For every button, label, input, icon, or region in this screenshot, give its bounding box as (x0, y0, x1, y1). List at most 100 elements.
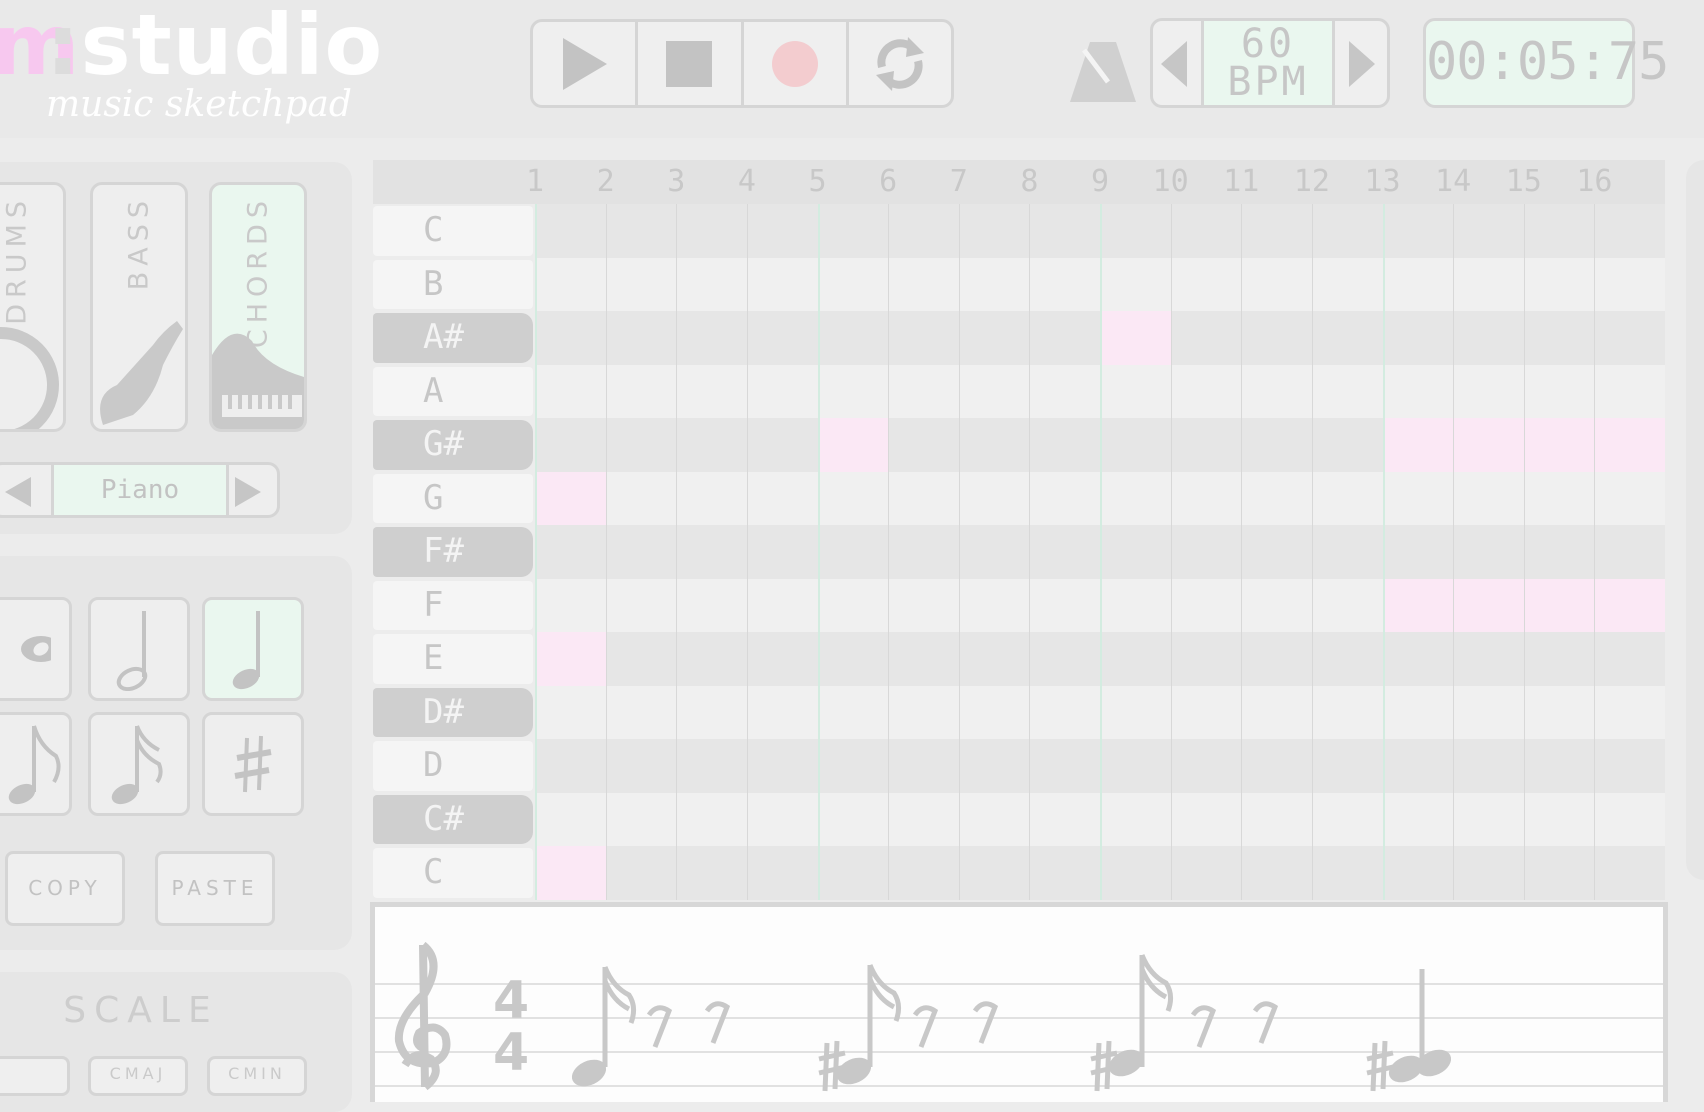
key-label[interactable]: B (373, 259, 533, 310)
voice-selector: Piano (0, 462, 280, 518)
sixteenth-note-icon (111, 725, 163, 805)
loop-button[interactable] (849, 22, 951, 105)
tempo-decrease-button[interactable] (1159, 39, 1195, 89)
top-bar: m :studio music sketchpad 60 BPM 00:05:7… (0, 0, 1704, 138)
logo-wordmark: :studio (46, 0, 383, 94)
eighth-note-button[interactable] (0, 712, 72, 816)
arrow-left-icon (1161, 41, 1187, 87)
step-number: 16 (1576, 164, 1613, 199)
instrument-drums-label: DRUMS (1, 195, 33, 325)
paste-button[interactable]: PASTE (155, 851, 275, 926)
time-display: 00:05:75 (1423, 18, 1669, 108)
step-number: 4 (737, 164, 756, 199)
instrument-bass[interactable]: BASS (90, 182, 188, 432)
voice-next-button[interactable] (233, 475, 273, 509)
grid-column-line (1029, 204, 1031, 900)
half-note-icon (116, 611, 148, 691)
grid-note[interactable] (1100, 311, 1171, 365)
voice-name: Piano (51, 465, 229, 515)
quarter-note-button[interactable] (202, 597, 304, 701)
grid-column-line (817, 204, 820, 900)
logo-colon: : (46, 0, 81, 94)
piano-roll-grid: C B A# A G# G F# F E D# D C# C 1 2 3 4 5 6 7 8 9 10 11 12 13 14 15 1… (373, 160, 1665, 900)
step-number: 13 (1364, 164, 1401, 199)
arrow-right-icon (235, 477, 261, 507)
step-number: 9 (1090, 164, 1110, 199)
scale-option-prev[interactable] (0, 1056, 70, 1096)
grid-column-line (676, 204, 678, 900)
key-label[interactable]: E (373, 634, 533, 684)
grid-column-line (1453, 204, 1455, 900)
sharp-icon (234, 735, 272, 793)
tempo-increase-button[interactable] (1347, 39, 1383, 89)
grid-note[interactable] (535, 471, 606, 526)
grid-column-line (1311, 204, 1313, 900)
score-notes (571, 954, 1452, 1092)
logo-subtitle: music sketchpad (46, 84, 352, 125)
key-label[interactable]: C (373, 848, 533, 898)
key-label[interactable]: D# (373, 687, 533, 738)
key-label[interactable]: C# (373, 794, 533, 845)
step-number: 12 (1293, 164, 1330, 199)
key-label[interactable]: G# (373, 420, 533, 470)
instrument-chords[interactable]: CHORDS (209, 182, 307, 432)
sixteenth-note-button[interactable] (88, 712, 190, 816)
tempo-unit: BPM (1227, 59, 1309, 105)
grid-note[interactable] (535, 846, 606, 900)
tempo-control: 60 BPM (1150, 18, 1390, 108)
key-label[interactable]: G (373, 473, 533, 524)
grid-column-line (1382, 204, 1385, 900)
half-note-button[interactable] (88, 597, 190, 701)
grid-column-line (1241, 204, 1243, 900)
key-label[interactable]: A# (373, 313, 533, 363)
grid-column-line (1594, 204, 1596, 900)
step-number: 10 (1152, 164, 1189, 199)
piano-icon (212, 333, 304, 429)
stop-icon (666, 40, 713, 87)
sharp-button[interactable] (202, 712, 304, 816)
play-icon (563, 37, 608, 90)
metronome-icon (1070, 42, 1136, 102)
eighth-note-icon (8, 725, 61, 805)
scale-option-cmaj[interactable]: CMAJ (88, 1056, 188, 1096)
key-label[interactable]: A (373, 366, 533, 417)
grid-column-line (1523, 204, 1525, 900)
instrument-drums[interactable]: DRUMS (0, 182, 66, 432)
step-number: 15 (1505, 164, 1542, 199)
loop-icon (875, 36, 924, 91)
step-number: 3 (667, 164, 686, 199)
grid-column-line (746, 204, 748, 900)
score-view: 4 4 (370, 902, 1668, 1102)
key-label[interactable]: C (373, 206, 533, 256)
bass-guitar-icon (100, 314, 183, 425)
arrow-right-icon (1349, 41, 1375, 87)
whole-note-icon (21, 636, 51, 662)
grid-column-line (535, 204, 537, 900)
key-label[interactable]: D (373, 741, 533, 791)
grid-column-line (958, 204, 960, 900)
voice-prev-button[interactable] (3, 475, 43, 509)
scale-option-cmin[interactable]: CMIN (207, 1056, 307, 1096)
step-number: 2 (596, 164, 615, 199)
grid-column-line (605, 204, 607, 900)
key-label[interactable]: F (373, 580, 533, 631)
grid-column-line (1170, 204, 1172, 900)
whole-note-button[interactable] (0, 597, 72, 701)
right-panel-edge (1686, 160, 1704, 880)
step-number: 6 (879, 164, 898, 199)
metronome-button[interactable] (1070, 42, 1136, 106)
step-number: 14 (1435, 164, 1472, 199)
copy-button[interactable]: COPY (5, 851, 125, 926)
grid-column-line (1100, 204, 1102, 900)
stop-button[interactable] (638, 22, 744, 105)
key-label[interactable]: F# (373, 527, 533, 577)
step-number: 11 (1223, 164, 1260, 199)
grid-note[interactable] (817, 418, 889, 472)
record-icon (771, 40, 818, 87)
arrow-left-icon (5, 477, 31, 507)
record-button[interactable] (744, 22, 849, 105)
grid-note[interactable] (535, 632, 606, 686)
step-number: 8 (1020, 164, 1039, 199)
scale-label: SCALE (63, 990, 219, 1031)
play-button[interactable] (533, 22, 639, 105)
